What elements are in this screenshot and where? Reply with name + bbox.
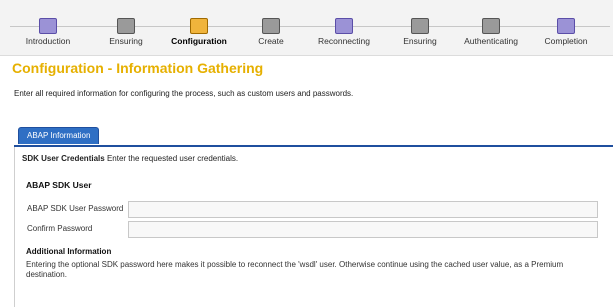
hint-label: SDK User Credentials: [22, 154, 105, 163]
step-completion[interactable]: Completion: [536, 0, 596, 46]
page-description: Enter all required information for confi…: [14, 89, 354, 98]
plug-icon: [335, 18, 353, 34]
sdk-password-label: ABAP SDK User Password: [27, 204, 124, 213]
step-reconnecting[interactable]: Reconnecting: [308, 0, 380, 46]
step-introduction[interactable]: Introduction: [18, 0, 78, 46]
additional-info-title: Additional Information: [26, 247, 112, 256]
step-ensuring-1[interactable]: Ensuring: [96, 0, 156, 46]
step-label: Configuration: [171, 36, 227, 46]
step-label: Completion: [544, 36, 588, 46]
gear-icon: [190, 18, 208, 34]
step-label: Create: [258, 36, 284, 46]
step-configuration[interactable]: Configuration: [166, 0, 232, 46]
step-authenticating[interactable]: Authenticating: [455, 0, 527, 46]
section-title: ABAP SDK User: [26, 180, 92, 190]
step-label: Ensuring: [403, 36, 437, 46]
plus-icon: [262, 18, 280, 34]
step-label: Authenticating: [464, 36, 518, 46]
additional-info-text: Entering the optional SDK password here …: [26, 260, 564, 279]
key-icon: [482, 18, 500, 34]
info-icon: [39, 18, 57, 34]
page-title: Configuration - Information Gathering: [12, 60, 264, 76]
check-icon: [117, 18, 135, 34]
step-label: Introduction: [25, 36, 71, 46]
confirm-password-input[interactable]: [128, 221, 598, 238]
step-label: Reconnecting: [318, 36, 370, 46]
step-label: Ensuring: [109, 36, 143, 46]
sdk-password-input[interactable]: [128, 201, 598, 218]
credentials-hint: SDK User Credentials Enter the requested…: [22, 154, 238, 163]
confirm-password-label: Confirm Password: [27, 224, 93, 233]
hint-text: Enter the requested user credentials.: [106, 154, 239, 163]
tab-bar: ABAP Information: [14, 127, 613, 147]
flag-icon: [557, 18, 575, 34]
check-icon: [411, 18, 429, 34]
tab-abap-information[interactable]: ABAP Information: [18, 127, 100, 144]
wizard-steps-bar: Introduction Ensuring Configuration Crea…: [0, 0, 613, 56]
step-create[interactable]: Create: [246, 0, 296, 46]
step-ensuring-2[interactable]: Ensuring: [390, 0, 450, 46]
